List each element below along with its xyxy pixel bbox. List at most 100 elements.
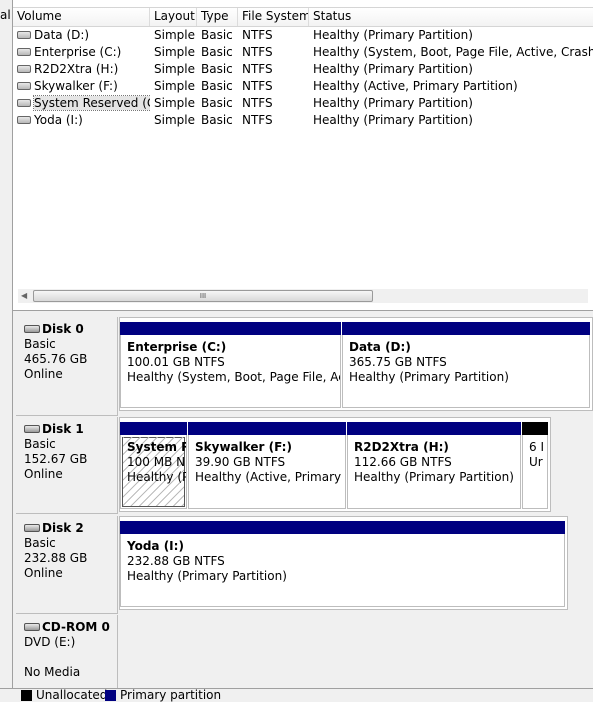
volume-file-system: NTFS xyxy=(242,45,273,59)
column-header-layout[interactable]: Layout xyxy=(150,8,197,26)
column-header-volume[interactable]: Volume xyxy=(13,8,150,26)
volume-status: Healthy (Active, Primary Partition) xyxy=(313,79,518,93)
partition-size: 112.66 GB NTFS xyxy=(354,455,452,469)
cdrom-drive: DVD (E:) xyxy=(24,635,76,649)
disk-icon xyxy=(24,324,40,333)
left-panel-edge: al xyxy=(0,0,13,700)
disk-size: 152.67 GB xyxy=(24,452,88,466)
volume-status: Healthy (Primary Partition) xyxy=(313,96,473,110)
disk-0-info[interactable]: Disk 0 Basic 465.76 GB Online xyxy=(16,317,118,416)
partition-size: 100.01 GB NTFS xyxy=(127,355,225,369)
disk-name: Disk 0 xyxy=(42,322,84,336)
volume-type: Basic xyxy=(201,45,233,59)
partition-name: Skywalker (F:) xyxy=(195,440,292,454)
drive-icon xyxy=(17,47,31,56)
drive-icon xyxy=(17,81,31,90)
volume-status: Healthy (System, Boot, Page File, Active… xyxy=(313,45,593,59)
partition-r2d2xtra[interactable]: R2D2Xtra (H:) 112.66 GB NTFS Healthy (Pr… xyxy=(347,422,521,509)
volume-file-system: NTFS xyxy=(242,79,273,93)
volume-list-pane: Volume Layout Type File System Status Da… xyxy=(13,0,593,311)
table-row[interactable]: R2D2Xtra (H:) Simple Basic NTFS Healthy … xyxy=(13,61,593,78)
disk-1-row: Disk 1 Basic 152.67 GB Online System R 1… xyxy=(13,417,593,514)
disk-state: Online xyxy=(24,367,63,381)
volume-name: R2D2Xtra (H:) xyxy=(34,62,119,76)
partition-status: Healthy (Primary Partition) xyxy=(354,470,514,484)
volume-list-header: Volume Layout Type File System Status xyxy=(13,7,593,27)
partition-enterprise[interactable]: Enterprise (C:) 100.01 GB NTFS Healthy (… xyxy=(120,322,341,408)
partition-data[interactable]: Data (D:) 365.75 GB NTFS Healthy (Primar… xyxy=(342,322,590,408)
disk-name: Disk 1 xyxy=(42,422,84,436)
table-row[interactable]: Data (D:) Simple Basic NTFS Healthy (Pri… xyxy=(13,27,593,44)
volume-file-system: NTFS xyxy=(242,96,273,110)
partition-name: System R xyxy=(127,440,187,454)
cdrom-name: CD-ROM 0 xyxy=(42,620,110,634)
volume-layout: Simple xyxy=(154,113,195,127)
partition-unallocated[interactable]: 6 I Ur xyxy=(522,422,548,509)
partition-yoda[interactable]: Yoda (I:) 232.88 GB NTFS Healthy (Primar… xyxy=(120,521,565,607)
disk-icon xyxy=(24,424,40,433)
partition-size: 39.90 GB NTFS xyxy=(195,455,286,469)
disk-2-info[interactable]: Disk 2 Basic 232.88 GB Online xyxy=(16,516,118,614)
volume-layout: Simple xyxy=(154,62,195,76)
table-row[interactable]: Skywalker (F:) Simple Basic NTFS Healthy… xyxy=(13,78,593,95)
volume-status: Healthy (Primary Partition) xyxy=(313,113,473,127)
legend-unallocated: Unallocated xyxy=(36,688,108,702)
horizontal-scrollbar[interactable]: ◀ III xyxy=(18,289,588,303)
disk-2-row: Disk 2 Basic 232.88 GB Online Yoda (I:) … xyxy=(13,516,593,614)
volume-name: Data (D:) xyxy=(34,28,90,42)
partition-skywalker[interactable]: Skywalker (F:) 39.90 GB NTFS Healthy (Ac… xyxy=(188,422,346,509)
left-panel-text: al xyxy=(0,8,11,22)
volume-type: Basic xyxy=(201,79,233,93)
disk-icon xyxy=(24,523,40,532)
partition-size: 232.88 GB NTFS xyxy=(127,554,225,568)
column-header-status[interactable]: Status xyxy=(309,8,593,26)
drive-icon xyxy=(17,98,31,107)
volume-name: System Reserved (G:) xyxy=(33,95,150,111)
volume-status: Healthy (Primary Partition) xyxy=(313,62,473,76)
volume-layout: Simple xyxy=(154,28,195,42)
disk-state: Online xyxy=(24,467,63,481)
disk-1-partitions: System R 100 MB N Healthy (P Skywalker (… xyxy=(119,417,551,512)
volume-file-system: NTFS xyxy=(242,113,273,127)
volume-type: Basic xyxy=(201,62,233,76)
disk-1-info[interactable]: Disk 1 Basic 152.67 GB Online xyxy=(16,417,118,514)
volume-layout: Simple xyxy=(154,79,195,93)
cdrom-icon xyxy=(24,622,40,631)
legend-bar: Unallocated Primary partition xyxy=(0,688,593,702)
partition-status: Ur xyxy=(529,455,543,469)
partition-size: 365.75 GB NTFS xyxy=(349,355,447,369)
partition-size: 6 I xyxy=(529,440,544,454)
volume-layout: Simple xyxy=(154,96,195,110)
cdrom-state: No Media xyxy=(24,665,81,679)
partition-name: R2D2Xtra (H:) xyxy=(354,440,449,454)
scrollbar-grip: III xyxy=(199,292,207,300)
partition-status: Healthy (Active, Primary Pa xyxy=(195,470,346,484)
table-row-selected[interactable]: System Reserved (G:) Simple Basic NTFS H… xyxy=(13,95,593,112)
table-row[interactable]: Yoda (I:) Simple Basic NTFS Healthy (Pri… xyxy=(13,112,593,129)
table-row[interactable]: Enterprise (C:) Simple Basic NTFS Health… xyxy=(13,44,593,61)
volume-file-system: NTFS xyxy=(242,28,273,42)
column-header-file-system[interactable]: File System xyxy=(238,8,309,26)
disk-map-pane: Disk 0 Basic 465.76 GB Online Enterprise… xyxy=(13,312,593,700)
scroll-left-arrow-icon[interactable]: ◀ xyxy=(21,291,27,300)
volume-type: Basic xyxy=(201,28,233,42)
primary-partition-swatch xyxy=(105,690,116,701)
disk-type: Basic xyxy=(24,437,56,451)
disk-name: Disk 2 xyxy=(42,521,84,535)
disk-0-row: Disk 0 Basic 465.76 GB Online Enterprise… xyxy=(13,317,593,416)
disk-state: Online xyxy=(24,566,63,580)
disk-size: 465.76 GB xyxy=(24,352,88,366)
volume-name: Yoda (I:) xyxy=(34,113,83,127)
scrollbar-thumb[interactable]: III xyxy=(33,290,373,302)
partition-status: Healthy (Primary Partition) xyxy=(127,569,287,583)
volume-type: Basic xyxy=(201,96,233,110)
volume-status: Healthy (Primary Partition) xyxy=(313,28,473,42)
partition-system-reserved[interactable]: System R 100 MB N Healthy (P xyxy=(120,422,187,509)
column-header-type[interactable]: Type xyxy=(197,8,238,26)
disk-type: Basic xyxy=(24,536,56,550)
disk-type: Basic xyxy=(24,337,56,351)
partition-status: Healthy (Primary Partition) xyxy=(349,370,509,384)
drive-icon xyxy=(17,30,31,39)
volume-name: Enterprise (C:) xyxy=(34,45,122,59)
volume-file-system: NTFS xyxy=(242,62,273,76)
